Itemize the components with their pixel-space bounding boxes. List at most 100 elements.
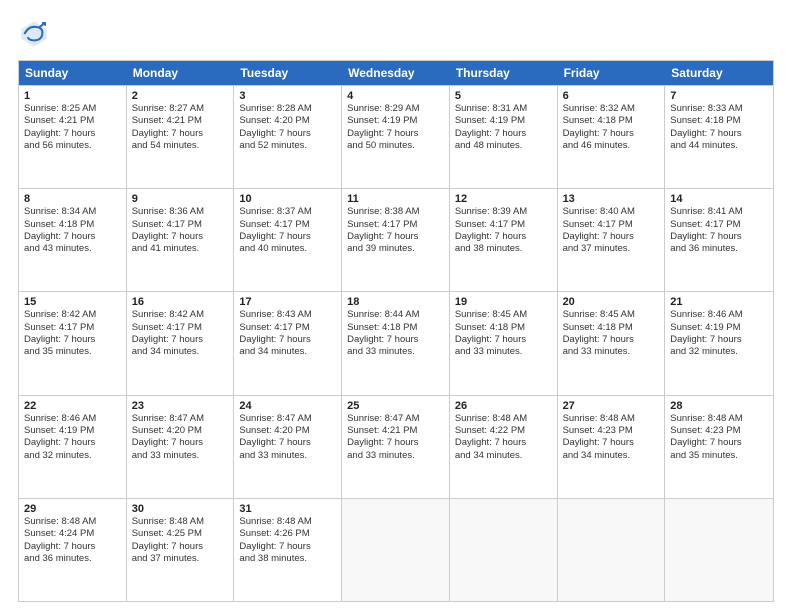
sunrise: Sunrise: 8:48 AM (239, 516, 336, 528)
cal-cell: 1 Sunrise: 8:25 AM Sunset: 4:21 PM Dayli… (19, 86, 127, 188)
day-number: 4 (347, 90, 444, 102)
sunset: Sunset: 4:20 PM (239, 115, 336, 127)
cal-cell: 13 Sunrise: 8:40 AM Sunset: 4:17 PM Dayl… (558, 189, 666, 291)
logo-icon (18, 18, 50, 50)
day-number: 26 (455, 400, 552, 412)
daylight1: Daylight: 7 hours (239, 437, 336, 449)
daylight1: Daylight: 7 hours (24, 541, 121, 553)
cal-cell: 18 Sunrise: 8:44 AM Sunset: 4:18 PM Dayl… (342, 292, 450, 394)
sunrise: Sunrise: 8:27 AM (132, 103, 229, 115)
daylight1: Daylight: 7 hours (239, 541, 336, 553)
day-number: 18 (347, 296, 444, 308)
day-header-wednesday: Wednesday (342, 61, 450, 85)
sunset: Sunset: 4:17 PM (132, 322, 229, 334)
day-number: 21 (670, 296, 768, 308)
sunset: Sunset: 4:17 PM (239, 219, 336, 231)
daylight1: Daylight: 7 hours (24, 128, 121, 140)
daylight1: Daylight: 7 hours (132, 437, 229, 449)
sunset: Sunset: 4:23 PM (563, 425, 660, 437)
sunrise: Sunrise: 8:34 AM (24, 206, 121, 218)
daylight2: and 34 minutes. (132, 346, 229, 358)
sunrise: Sunrise: 8:44 AM (347, 309, 444, 321)
daylight2: and 37 minutes. (563, 243, 660, 255)
sunset: Sunset: 4:19 PM (24, 425, 121, 437)
daylight2: and 33 minutes. (455, 346, 552, 358)
day-number: 17 (239, 296, 336, 308)
cal-cell: 29 Sunrise: 8:48 AM Sunset: 4:24 PM Dayl… (19, 499, 127, 601)
sunrise: Sunrise: 8:48 AM (24, 516, 121, 528)
daylight1: Daylight: 7 hours (563, 437, 660, 449)
sunrise: Sunrise: 8:38 AM (347, 206, 444, 218)
daylight1: Daylight: 7 hours (455, 334, 552, 346)
daylight2: and 46 minutes. (563, 140, 660, 152)
sunrise: Sunrise: 8:45 AM (455, 309, 552, 321)
daylight1: Daylight: 7 hours (24, 437, 121, 449)
cal-cell: 21 Sunrise: 8:46 AM Sunset: 4:19 PM Dayl… (665, 292, 773, 394)
cal-cell: 5 Sunrise: 8:31 AM Sunset: 4:19 PM Dayli… (450, 86, 558, 188)
cal-cell: 15 Sunrise: 8:42 AM Sunset: 4:17 PM Dayl… (19, 292, 127, 394)
daylight2: and 39 minutes. (347, 243, 444, 255)
sunset: Sunset: 4:24 PM (24, 528, 121, 540)
cal-cell: 4 Sunrise: 8:29 AM Sunset: 4:19 PM Dayli… (342, 86, 450, 188)
sunset: Sunset: 4:26 PM (239, 528, 336, 540)
day-number: 27 (563, 400, 660, 412)
daylight1: Daylight: 7 hours (455, 231, 552, 243)
sunset: Sunset: 4:17 PM (132, 219, 229, 231)
daylight2: and 41 minutes. (132, 243, 229, 255)
daylight2: and 32 minutes. (670, 346, 768, 358)
sunrise: Sunrise: 8:43 AM (239, 309, 336, 321)
cal-cell: 31 Sunrise: 8:48 AM Sunset: 4:26 PM Dayl… (234, 499, 342, 601)
sunrise: Sunrise: 8:32 AM (563, 103, 660, 115)
sunset: Sunset: 4:18 PM (24, 219, 121, 231)
sunrise: Sunrise: 8:47 AM (347, 413, 444, 425)
day-header-saturday: Saturday (665, 61, 773, 85)
day-number: 7 (670, 90, 768, 102)
cal-cell: 26 Sunrise: 8:48 AM Sunset: 4:22 PM Dayl… (450, 396, 558, 498)
daylight1: Daylight: 7 hours (132, 541, 229, 553)
daylight2: and 35 minutes. (24, 346, 121, 358)
daylight1: Daylight: 7 hours (24, 231, 121, 243)
cal-cell: 11 Sunrise: 8:38 AM Sunset: 4:17 PM Dayl… (342, 189, 450, 291)
sunset: Sunset: 4:18 PM (347, 322, 444, 334)
day-number: 25 (347, 400, 444, 412)
cal-cell: 28 Sunrise: 8:48 AM Sunset: 4:23 PM Dayl… (665, 396, 773, 498)
cal-cell: 16 Sunrise: 8:42 AM Sunset: 4:17 PM Dayl… (127, 292, 235, 394)
sunset: Sunset: 4:18 PM (670, 115, 768, 127)
sunset: Sunset: 4:17 PM (347, 219, 444, 231)
daylight1: Daylight: 7 hours (563, 128, 660, 140)
cal-cell: 30 Sunrise: 8:48 AM Sunset: 4:25 PM Dayl… (127, 499, 235, 601)
sunrise: Sunrise: 8:45 AM (563, 309, 660, 321)
daylight2: and 36 minutes. (670, 243, 768, 255)
day-number: 22 (24, 400, 121, 412)
week-row-1: 1 Sunrise: 8:25 AM Sunset: 4:21 PM Dayli… (19, 85, 773, 188)
daylight1: Daylight: 7 hours (670, 437, 768, 449)
daylight1: Daylight: 7 hours (670, 231, 768, 243)
sunset: Sunset: 4:19 PM (347, 115, 444, 127)
day-number: 19 (455, 296, 552, 308)
daylight1: Daylight: 7 hours (563, 334, 660, 346)
sunrise: Sunrise: 8:48 AM (455, 413, 552, 425)
sunset: Sunset: 4:17 PM (239, 322, 336, 334)
daylight2: and 32 minutes. (24, 450, 121, 462)
logo (18, 18, 54, 50)
sunrise: Sunrise: 8:48 AM (132, 516, 229, 528)
sunset: Sunset: 4:17 PM (670, 219, 768, 231)
cal-cell: 22 Sunrise: 8:46 AM Sunset: 4:19 PM Dayl… (19, 396, 127, 498)
daylight1: Daylight: 7 hours (239, 231, 336, 243)
sunset: Sunset: 4:22 PM (455, 425, 552, 437)
page: SundayMondayTuesdayWednesdayThursdayFrid… (0, 0, 792, 612)
daylight2: and 35 minutes. (670, 450, 768, 462)
sunrise: Sunrise: 8:42 AM (24, 309, 121, 321)
sunset: Sunset: 4:20 PM (239, 425, 336, 437)
day-header-thursday: Thursday (450, 61, 558, 85)
cal-cell: 6 Sunrise: 8:32 AM Sunset: 4:18 PM Dayli… (558, 86, 666, 188)
calendar: SundayMondayTuesdayWednesdayThursdayFrid… (18, 60, 774, 602)
daylight1: Daylight: 7 hours (347, 334, 444, 346)
day-number: 1 (24, 90, 121, 102)
cal-cell (665, 499, 773, 601)
daylight1: Daylight: 7 hours (132, 128, 229, 140)
day-number: 15 (24, 296, 121, 308)
daylight2: and 48 minutes. (455, 140, 552, 152)
day-number: 9 (132, 193, 229, 205)
sunset: Sunset: 4:23 PM (670, 425, 768, 437)
